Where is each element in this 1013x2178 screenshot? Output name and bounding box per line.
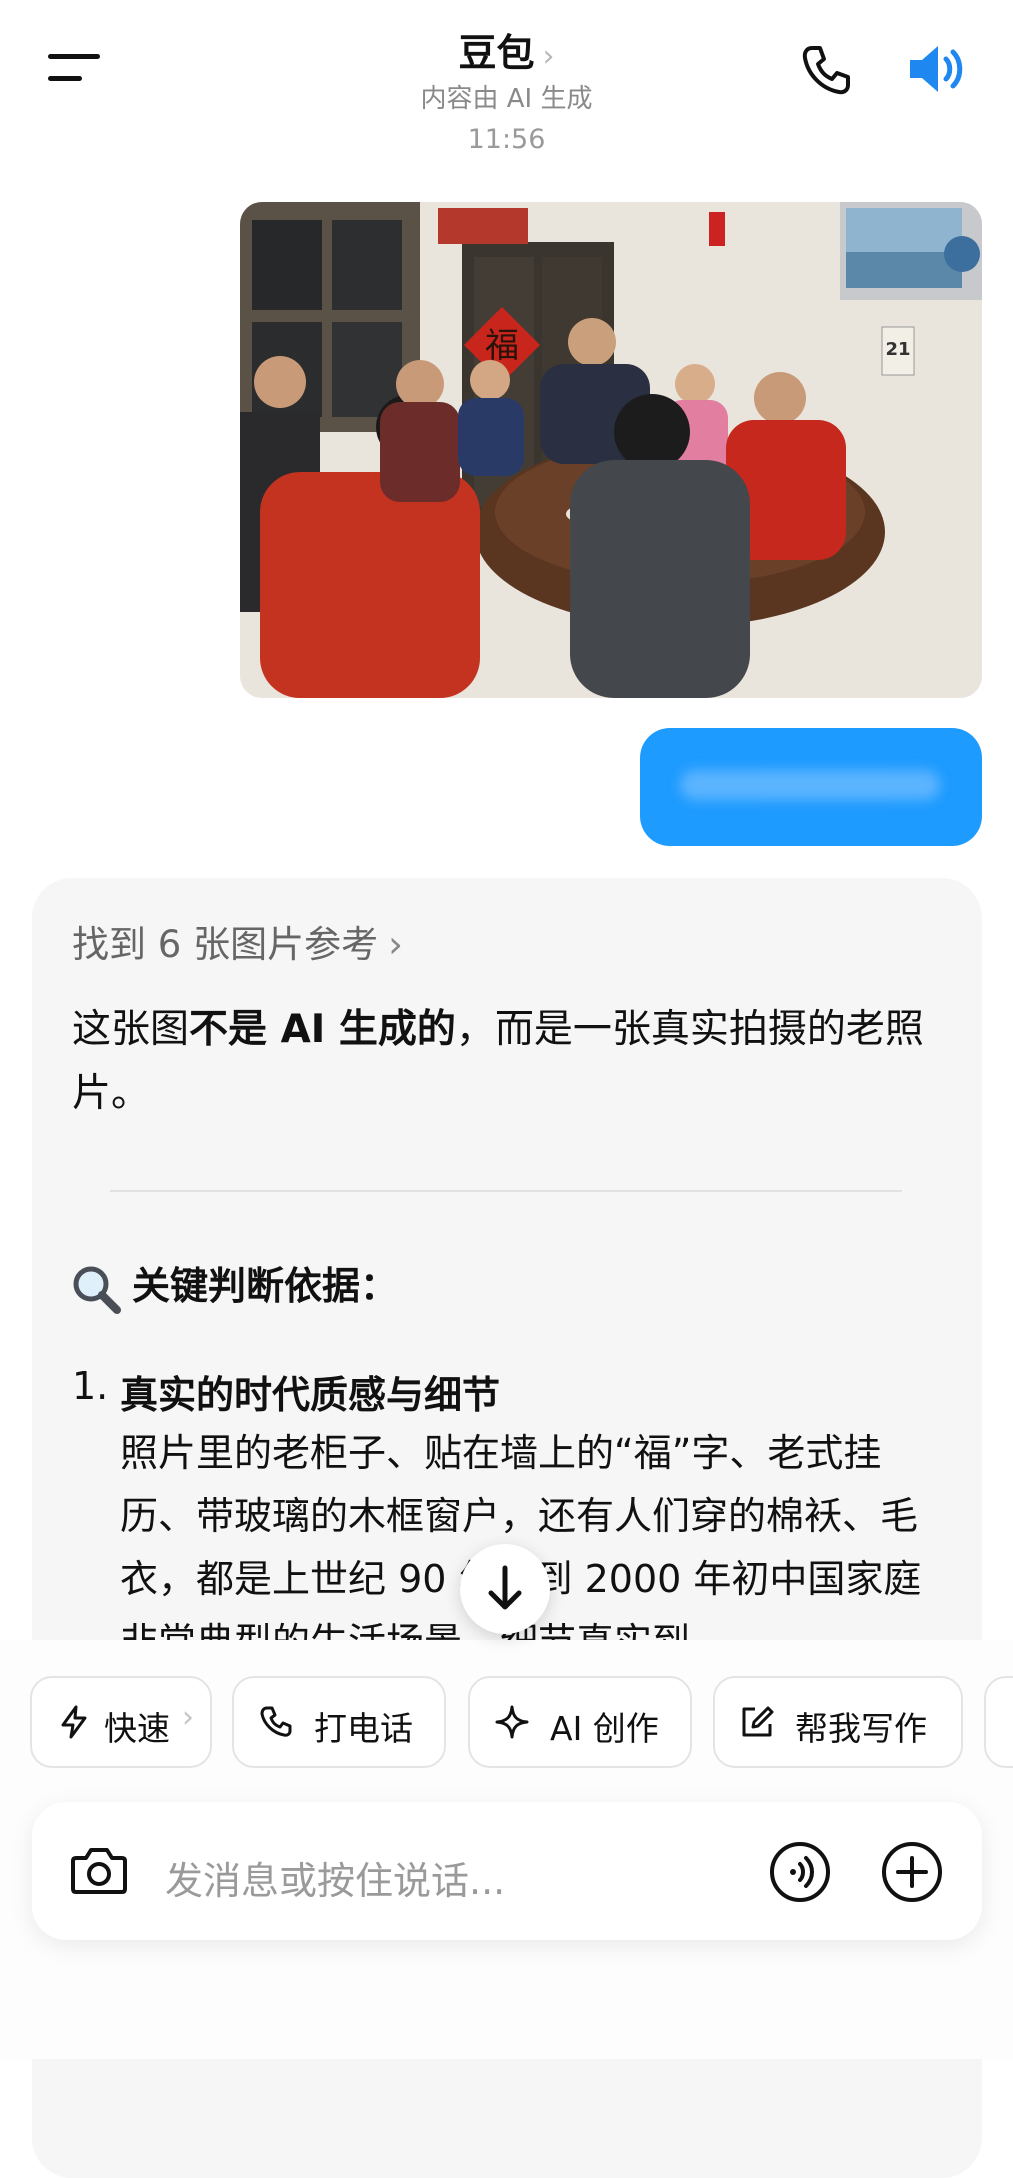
- chevron-right-icon: ›: [542, 39, 555, 74]
- voice-icon[interactable]: [768, 1840, 832, 1904]
- camera-icon[interactable]: [68, 1840, 130, 1902]
- chip-label: 帮我写作: [795, 1709, 927, 1748]
- ai-content-notice: 内容由 AI 生成: [420, 84, 593, 114]
- chip-help-write[interactable]: 帮我写作: [713, 1676, 963, 1768]
- section-heading: 关键判断依据：: [70, 1255, 398, 1315]
- chevron-right-icon: ›: [182, 1700, 194, 1735]
- plus-icon[interactable]: [880, 1840, 944, 1904]
- phone-icon[interactable]: [798, 42, 854, 98]
- user-photo[interactable]: 福 21: [240, 202, 982, 698]
- answer-text: 这张图: [72, 1007, 190, 1052]
- chip-call[interactable]: 打电话: [232, 1676, 446, 1768]
- edit-icon: [742, 1706, 774, 1737]
- redacted-text: [680, 770, 940, 800]
- chip-ai-create[interactable]: AI 创作: [468, 1676, 692, 1768]
- fu-character: 福: [485, 326, 519, 366]
- chip-label: AI 创作: [550, 1709, 659, 1748]
- answer-paragraph: 这张图不是 AI 生成的，而是一张真实拍摄的老照片。: [72, 998, 952, 1126]
- chip-more[interactable]: [984, 1676, 1013, 1768]
- calendar-date: 21: [885, 339, 910, 360]
- heading-text: 关键判断依据：: [132, 1264, 399, 1308]
- answer-emphasis: 不是 AI 生成的: [189, 1007, 456, 1052]
- user-message-bubble[interactable]: [640, 728, 982, 846]
- chip-label: 打电话: [314, 1709, 413, 1748]
- list-number: 1.: [72, 1364, 109, 1408]
- list-item-title: 真实的时代质感与细节: [120, 1373, 501, 1417]
- chip-fast[interactable]: 快速 ›: [30, 1676, 212, 1768]
- lightning-icon: [61, 1705, 87, 1739]
- divider: [110, 1190, 902, 1192]
- scroll-down-button[interactable]: [460, 1544, 550, 1634]
- speaker-icon[interactable]: [906, 40, 968, 98]
- chip-label: 快速: [104, 1709, 170, 1748]
- chevron-right-icon: ›: [388, 923, 403, 966]
- sparkle-icon: [495, 1705, 529, 1739]
- magnifier-icon: [73, 1266, 121, 1314]
- bot-name: 豆包: [458, 31, 535, 75]
- image-reference-link[interactable]: 找到 6 张图片参考 ›: [72, 914, 403, 968]
- reference-label: 找到 6 张图片参考: [72, 923, 379, 966]
- chat-title[interactable]: 豆包 ›: [0, 22, 1013, 77]
- message-input[interactable]: 发消息或按住说话...: [165, 1850, 505, 1905]
- phone-icon: [260, 1706, 292, 1737]
- message-time: 11:56: [467, 124, 546, 155]
